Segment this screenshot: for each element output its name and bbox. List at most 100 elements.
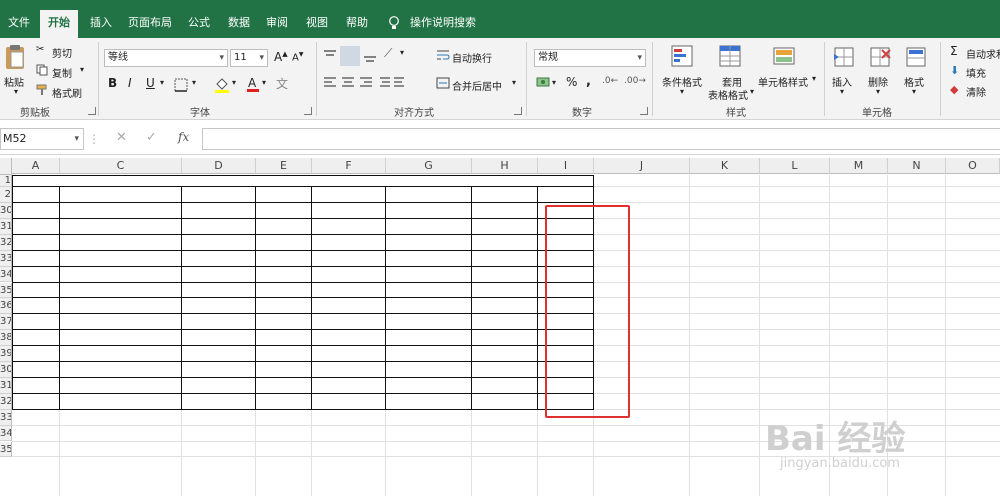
table-cell[interactable] bbox=[12, 218, 59, 234]
font-launcher-icon[interactable] bbox=[304, 107, 312, 115]
row-header[interactable]: 38 bbox=[0, 330, 12, 347]
autosum-button[interactable]: 自动求和 bbox=[966, 46, 1000, 61]
row-header[interactable]: 30 bbox=[0, 203, 12, 219]
table-cell[interactable] bbox=[256, 298, 311, 314]
tab-help[interactable]: 帮助 bbox=[342, 10, 372, 38]
table-cell[interactable] bbox=[60, 298, 181, 314]
column-header-k[interactable]: K bbox=[690, 158, 760, 174]
currency-icon[interactable] bbox=[536, 75, 550, 89]
table-cell[interactable] bbox=[256, 346, 311, 361]
select-all-corner[interactable] bbox=[0, 158, 12, 175]
table-cell[interactable] bbox=[386, 330, 471, 346]
row-header[interactable]: 31 bbox=[0, 377, 12, 394]
table-cell[interactable] bbox=[312, 234, 385, 250]
table-cell[interactable] bbox=[256, 218, 311, 234]
column-header-i[interactable]: I bbox=[538, 158, 594, 174]
column-header-c[interactable]: C bbox=[60, 158, 182, 174]
table-cell[interactable] bbox=[256, 330, 311, 346]
table-cell[interactable] bbox=[60, 203, 181, 218]
row-header[interactable]: 35 bbox=[0, 282, 12, 299]
phonetic-icon[interactable]: 文 bbox=[276, 75, 288, 92]
header-cell-min[interactable] bbox=[472, 187, 537, 203]
fill-color-icon[interactable] bbox=[214, 76, 230, 94]
underline-button[interactable]: U bbox=[146, 76, 155, 90]
shrink-font-button[interactable]: A▼ bbox=[292, 51, 303, 63]
table-cell[interactable] bbox=[12, 298, 59, 314]
table-cell[interactable] bbox=[182, 203, 255, 218]
table-cell[interactable] bbox=[312, 393, 385, 409]
name-box[interactable]: M52 ▾ bbox=[0, 128, 84, 150]
table-cell[interactable] bbox=[312, 377, 385, 393]
table-cell[interactable] bbox=[12, 314, 59, 330]
table-cell[interactable] bbox=[60, 250, 181, 266]
paste-dropdown-icon[interactable]: ▾ bbox=[14, 87, 18, 96]
table-cell[interactable] bbox=[472, 314, 537, 330]
table-cell[interactable] bbox=[386, 377, 471, 393]
font-color-icon[interactable]: A bbox=[246, 75, 260, 93]
comma-button[interactable]: , bbox=[586, 74, 591, 89]
table-cell[interactable] bbox=[12, 266, 59, 282]
tab-review[interactable]: 审阅 bbox=[262, 10, 292, 38]
table-cell[interactable] bbox=[472, 362, 537, 377]
table-cell[interactable] bbox=[182, 346, 255, 361]
row-header[interactable]: 36 bbox=[0, 298, 12, 315]
table-cell[interactable] bbox=[472, 234, 537, 250]
table-cell[interactable] bbox=[386, 298, 471, 314]
table-cell[interactable] bbox=[182, 298, 255, 314]
tab-file[interactable]: 文件 bbox=[4, 10, 34, 38]
table-cell[interactable] bbox=[12, 203, 59, 218]
alignment-launcher-icon[interactable] bbox=[514, 107, 522, 115]
table-cell[interactable] bbox=[256, 314, 311, 330]
confirm-icon[interactable]: ✓ bbox=[146, 130, 157, 145]
table-cell[interactable] bbox=[472, 250, 537, 266]
table-cell[interactable] bbox=[312, 330, 385, 346]
table-cell[interactable] bbox=[312, 346, 385, 361]
table-cell[interactable] bbox=[472, 266, 537, 282]
table-cell[interactable] bbox=[60, 234, 181, 250]
table-cell[interactable] bbox=[386, 314, 471, 330]
column-header-l[interactable]: L bbox=[760, 158, 830, 174]
header-cell-city[interactable] bbox=[12, 187, 59, 203]
row-header[interactable]: 39 bbox=[0, 346, 12, 362]
orientation-icon[interactable]: ⟋ bbox=[384, 46, 392, 61]
cancel-icon[interactable]: ✕ bbox=[116, 130, 127, 145]
format-painter-button[interactable]: 格式刷 bbox=[52, 85, 82, 100]
merge-dropdown-icon[interactable]: ▾ bbox=[512, 78, 516, 87]
tab-page-layout[interactable]: 页面布局 bbox=[124, 10, 176, 38]
table-cell[interactable] bbox=[60, 393, 181, 409]
conditional-dropdown-icon[interactable]: ▾ bbox=[680, 87, 684, 96]
table-cell[interactable] bbox=[12, 250, 59, 266]
tab-home[interactable]: 开始 bbox=[40, 10, 78, 38]
column-header-g[interactable]: G bbox=[386, 158, 472, 174]
column-header-f[interactable]: F bbox=[312, 158, 386, 174]
table-cell[interactable] bbox=[472, 346, 537, 361]
number-format-combo[interactable]: 常规 ▾ bbox=[534, 49, 646, 67]
table-cell[interactable] bbox=[386, 234, 471, 250]
table-cell[interactable] bbox=[12, 346, 59, 361]
table-cell[interactable] bbox=[312, 314, 385, 330]
insert-dropdown-icon[interactable]: ▾ bbox=[840, 87, 844, 96]
table-cell[interactable] bbox=[472, 393, 537, 409]
column-header-a[interactable]: A bbox=[12, 158, 60, 174]
number-launcher-icon[interactable] bbox=[640, 107, 648, 115]
header-cell-positionlables[interactable] bbox=[386, 187, 471, 203]
table-cell[interactable] bbox=[12, 393, 59, 409]
copy-dropdown-icon[interactable]: ▾ bbox=[80, 65, 84, 74]
table-cell[interactable] bbox=[60, 266, 181, 282]
table-cell[interactable] bbox=[312, 266, 385, 282]
table-cell[interactable] bbox=[256, 250, 311, 266]
table-cell[interactable] bbox=[182, 393, 255, 409]
font-name-combo[interactable]: 等线 ▾ bbox=[104, 49, 228, 67]
table-cell[interactable] bbox=[60, 330, 181, 346]
table-cell[interactable] bbox=[182, 362, 255, 377]
formula-input[interactable] bbox=[202, 128, 1000, 150]
delete-dropdown-icon[interactable]: ▾ bbox=[876, 87, 880, 96]
table-cell[interactable] bbox=[60, 218, 181, 234]
table-cell[interactable] bbox=[386, 218, 471, 234]
table-cell[interactable] bbox=[256, 234, 311, 250]
wrap-text-button[interactable]: 自动换行 bbox=[452, 50, 492, 65]
table-cell[interactable] bbox=[182, 250, 255, 266]
worksheet-grid[interactable]: A C D E F G H I J K L M N O 1 2 30 31 32 33 34 35 36 37 38 39 30 31… bbox=[0, 158, 1000, 496]
row-header[interactable]: 31 bbox=[0, 218, 12, 235]
header-cell-companylabellist[interactable] bbox=[60, 187, 181, 203]
